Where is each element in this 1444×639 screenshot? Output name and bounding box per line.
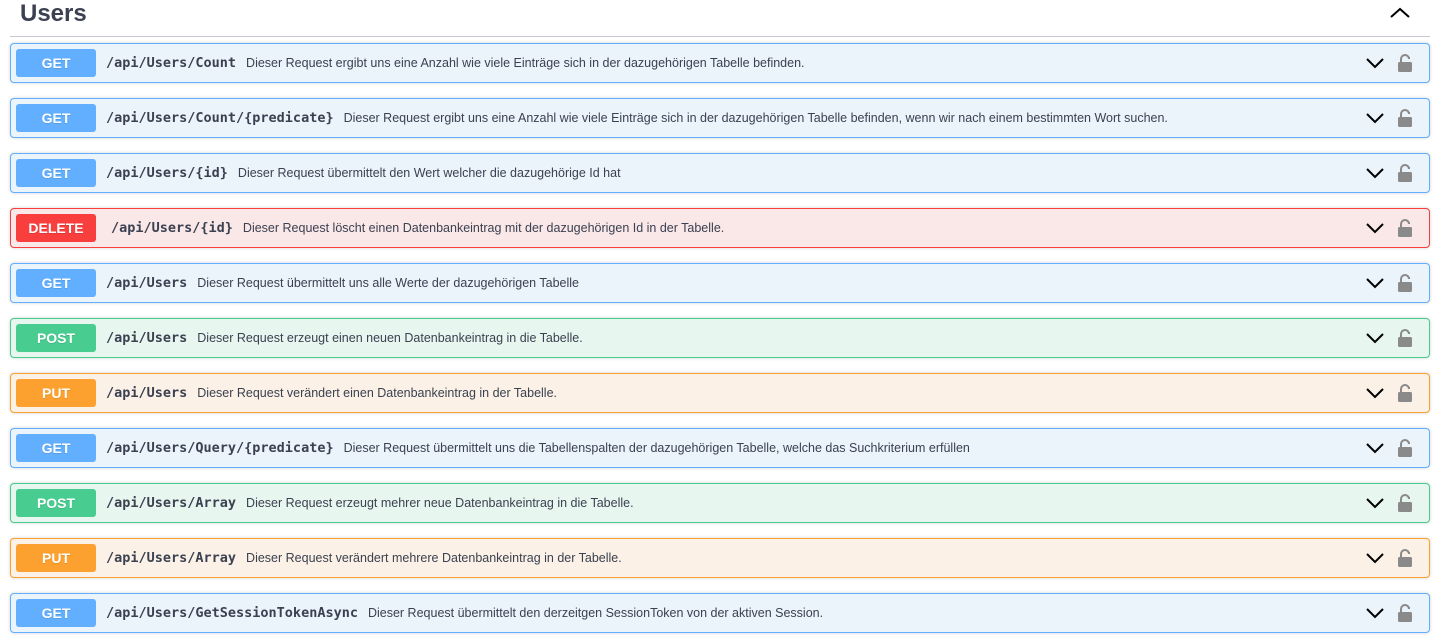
operation-path: /api/Users/Array <box>106 495 237 511</box>
method-badge: PUT <box>16 544 96 572</box>
operation-path: /api/Users/Query/{predicate} <box>106 440 334 456</box>
operation-description: Dieser Request übermittelt uns alle Wert… <box>197 276 579 290</box>
operation-description: Dieser Request übermittelt den Wert welc… <box>237 166 621 180</box>
operation-summary-line: /api/Users Dieser Request erzeugt einen n… <box>106 319 583 357</box>
chevron-down-icon[interactable] <box>1366 56 1384 70</box>
section-header[interactable]: Users <box>10 0 1430 37</box>
operation-path: /api/Users <box>106 330 188 346</box>
operation-path: /api/Users/{id} <box>106 165 228 181</box>
operation-get[interactable]: GET/api/Users/Count/{predicate} Dieser Re… <box>10 98 1430 138</box>
section-title[interactable]: Users <box>20 0 87 27</box>
operation-path: /api/Users/GetSessionTokenAsync <box>106 605 358 621</box>
operation-summary-line: /api/Users/Count/{predicate} Dieser Reque… <box>106 99 1168 137</box>
operation-description: Dieser Request erzeugt einen neuen Daten… <box>197 331 583 345</box>
operation-description: Dieser Request verändert mehrere Datenba… <box>246 551 622 565</box>
operation-summary-line: /api/Users/Count Dieser Request ergibt un… <box>106 44 805 82</box>
operation-get[interactable]: GET/api/Users/Count Dieser Request ergibt… <box>10 43 1430 83</box>
lock-icon[interactable] <box>1396 108 1414 128</box>
operation-summary-line: /api/Users/Array Dieser Request verändert… <box>106 539 622 577</box>
method-badge: GET <box>16 159 96 187</box>
operation-summary-line: /api/Users Dieser Request übermittelt uns… <box>106 264 579 302</box>
lock-icon[interactable] <box>1396 328 1414 348</box>
chevron-down-icon[interactable] <box>1366 496 1384 510</box>
operation-delete[interactable]: DELETE/api/Users/{id} Dieser Request lösc… <box>10 208 1430 248</box>
method-badge: GET <box>16 599 96 627</box>
chevron-down-icon[interactable] <box>1366 441 1384 455</box>
operation-put[interactable]: PUT/api/Users Dieser Request verändert ei… <box>10 373 1430 413</box>
chevron-down-icon[interactable] <box>1366 111 1384 125</box>
operation-get[interactable]: GET/api/Users/GetSessionTokenAsync Dieser… <box>10 593 1430 633</box>
method-badge: POST <box>16 324 96 352</box>
lock-icon[interactable] <box>1396 493 1414 513</box>
method-badge: GET <box>16 269 96 297</box>
operation-summary-line: /api/Users/GetSessionTokenAsync Dieser Re… <box>106 594 823 632</box>
operation-put[interactable]: PUT/api/Users/Array Dieser Request veränd… <box>10 538 1430 578</box>
method-badge: DELETE <box>16 214 96 242</box>
chevron-down-icon[interactable] <box>1366 551 1384 565</box>
operation-path: /api/Users/{id} <box>111 220 233 236</box>
operation-path: /api/Users <box>106 385 188 401</box>
lock-icon[interactable] <box>1396 53 1414 73</box>
method-badge: POST <box>16 489 96 517</box>
operation-get[interactable]: GET/api/Users/{id} Dieser Request übermit… <box>10 153 1430 193</box>
method-badge: GET <box>16 49 96 77</box>
lock-icon[interactable] <box>1396 548 1414 568</box>
chevron-down-icon[interactable] <box>1366 276 1384 290</box>
operation-path: /api/Users <box>106 275 188 291</box>
operation-summary-line: /api/Users/{id} Dieser Request löscht ein… <box>111 209 724 247</box>
operation-description: Dieser Request übermittelt uns die Tabel… <box>343 441 970 455</box>
chevron-down-icon[interactable] <box>1366 331 1384 345</box>
operation-description: Dieser Request übermittelt den derzeitge… <box>367 606 824 620</box>
operation-summary-line: /api/Users/Array Dieser Request erzeugt m… <box>106 484 634 522</box>
method-badge: PUT <box>16 379 96 407</box>
operation-summary-line: /api/Users/{id} Dieser Request übermittel… <box>106 154 621 192</box>
operation-description: Dieser Request erzeugt mehrer neue Daten… <box>246 496 634 510</box>
operation-path: /api/Users/Count/{predicate} <box>106 110 334 126</box>
chevron-up-icon[interactable] <box>1388 4 1412 22</box>
lock-icon[interactable] <box>1396 438 1414 458</box>
operation-post[interactable]: POST/api/Users Dieser Request erzeugt ein… <box>10 318 1430 358</box>
lock-icon[interactable] <box>1396 383 1414 403</box>
chevron-down-icon[interactable] <box>1366 606 1384 620</box>
operation-summary-line: /api/Users/Query/{predicate} Dieser Reque… <box>106 429 970 467</box>
lock-icon[interactable] <box>1396 218 1414 238</box>
operation-description: Dieser Request löscht einen Datenbankein… <box>242 221 725 235</box>
operation-get[interactable]: GET/api/Users/Query/{predicate} Dieser Re… <box>10 428 1430 468</box>
operation-post[interactable]: POST/api/Users/Array Dieser Request erzeu… <box>10 483 1430 523</box>
operation-summary-line: /api/Users Dieser Request verändert einen… <box>106 374 557 412</box>
method-badge: GET <box>16 104 96 132</box>
operation-path: /api/Users/Array <box>106 550 237 566</box>
chevron-down-icon[interactable] <box>1366 166 1384 180</box>
operation-description: Dieser Request ergibt uns eine Anzahl wi… <box>246 56 805 70</box>
operation-path: /api/Users/Count <box>106 55 237 71</box>
method-badge: GET <box>16 434 96 462</box>
chevron-down-icon[interactable] <box>1366 386 1384 400</box>
chevron-down-icon[interactable] <box>1366 221 1384 235</box>
lock-icon[interactable] <box>1396 603 1414 623</box>
operation-get[interactable]: GET/api/Users Dieser Request übermittelt … <box>10 263 1430 303</box>
lock-icon[interactable] <box>1396 163 1414 183</box>
operation-description: Dieser Request ergibt uns eine Anzahl wi… <box>343 111 1168 125</box>
lock-icon[interactable] <box>1396 273 1414 293</box>
operation-description: Dieser Request verändert einen Datenbank… <box>197 386 557 400</box>
